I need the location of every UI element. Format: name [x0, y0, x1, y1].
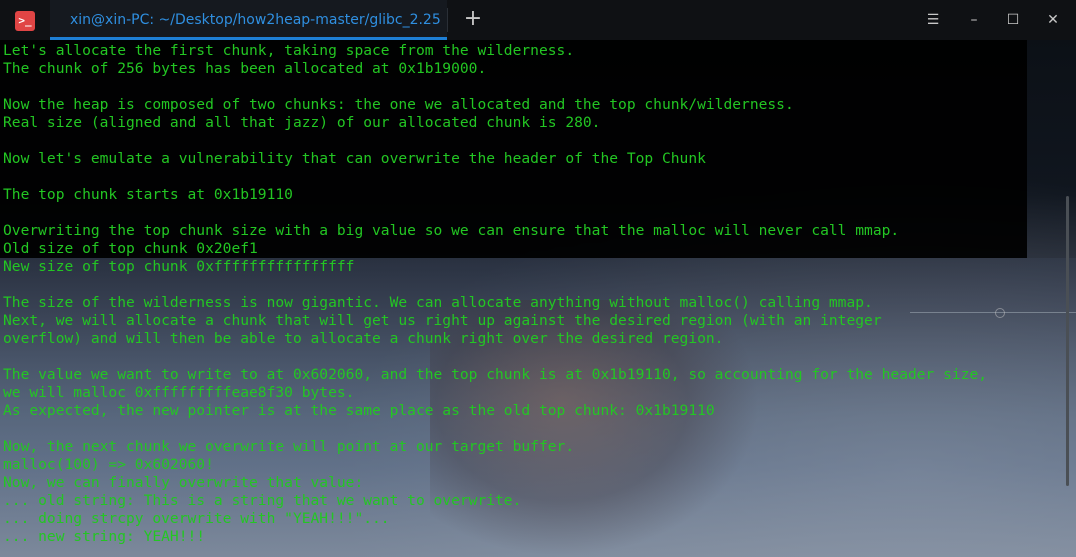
terminal-line: ... new string: YEAH!!!	[3, 528, 206, 545]
terminal-line: The top chunk starts at 0x1b19110	[3, 186, 293, 203]
minimize-icon[interactable]: –	[964, 10, 984, 30]
terminal-line: ... doing strcpy overwrite with "YEAH!!!…	[3, 510, 390, 527]
terminal-line: New size of top chunk 0xffffffffffffffff	[3, 258, 355, 275]
terminal-line: Real size (aligned and all that jazz) of…	[3, 114, 601, 131]
new-tab-icon[interactable]: +	[462, 8, 484, 30]
background-slider-knob	[995, 308, 1005, 318]
terminal-line: we will malloc 0xfffffffffeae8f30 bytes.	[3, 384, 355, 401]
tab-divider	[447, 8, 448, 32]
terminal-line: Overwriting the top chunk size with a bi…	[3, 222, 900, 239]
terminal-line: Now let's emulate a vulnerability that c…	[3, 150, 706, 167]
terminal-line: The value we want to write to at 0x60206…	[3, 366, 988, 383]
terminal-line: Let's allocate the first chunk, taking s…	[3, 42, 575, 59]
close-icon[interactable]: ✕	[1043, 10, 1063, 30]
terminal-line: As expected, the new pointer is at the s…	[3, 402, 715, 419]
terminal-output[interactable]: Let's allocate the first chunk, taking s…	[3, 42, 987, 546]
terminal-line: ... old string: This is a string that we…	[3, 492, 522, 509]
menu-icon[interactable]: ☰	[923, 10, 943, 30]
terminal-line: malloc(100) => 0x602060!	[3, 456, 214, 473]
maximize-icon[interactable]: ☐	[1003, 10, 1023, 30]
terminal-line: Now, the next chunk we overwrite will po…	[3, 438, 575, 455]
terminal-line: The size of the wilderness is now gigant…	[3, 294, 873, 311]
terminal-line: The chunk of 256 bytes has been allocate…	[3, 60, 487, 77]
terminal-line: Old size of top chunk 0x20ef1	[3, 240, 258, 257]
terminal-line: overflow) and will then be able to alloc…	[3, 330, 724, 347]
active-tab-indicator	[50, 37, 447, 40]
title-bar: >_ xin@xin-PC: ~/Desktop/how2heap-master…	[0, 0, 1076, 40]
terminal-line: Now, we can finally overwrite that value…	[3, 474, 364, 491]
terminal-app-icon[interactable]: >_	[15, 11, 35, 31]
tab-title[interactable]: xin@xin-PC: ~/Desktop/how2heap-master/gl…	[70, 12, 441, 28]
scrollbar[interactable]	[1066, 196, 1069, 486]
terminal-line: Now the heap is composed of two chunks: …	[3, 96, 794, 113]
terminal-line: Next, we will allocate a chunk that will…	[3, 312, 882, 329]
